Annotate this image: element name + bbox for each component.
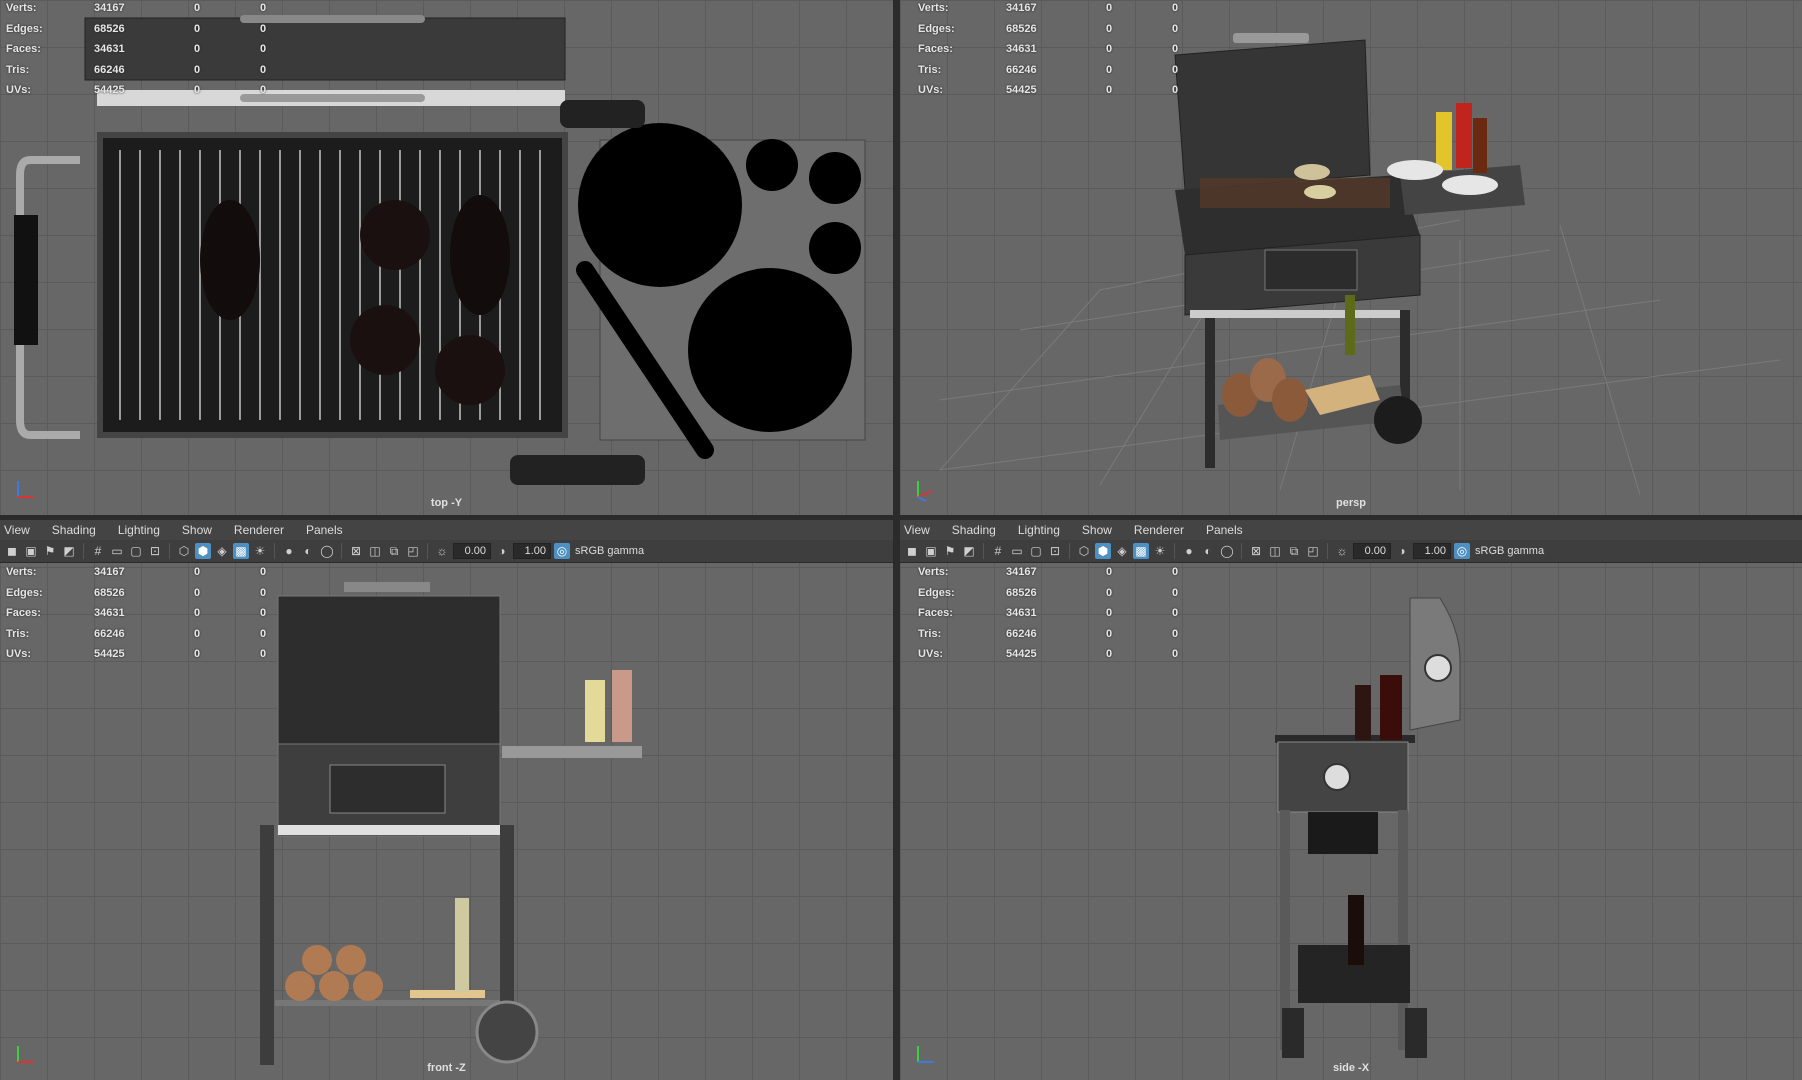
viewport-persp[interactable]: Verts: 34167 0 0 Edges: 68526 0 0 Faces: 34631 0…: [900, 0, 1802, 515]
viewport-side[interactable]: View Shading Lighting Show Renderer Pane…: [900, 520, 1802, 1080]
axis-gizmo-icon: [17, 1046, 34, 1063]
camera-label: side -X: [1332, 1062, 1370, 1074]
axis-gizmo-icon: [17, 481, 34, 498]
camera-label: front -Z: [427, 1062, 466, 1074]
viewport-top[interactable]: Verts: 34167 0 0 Edges: 68526 0 0 Faces: 34631 0…: [0, 0, 893, 515]
poly-count-hud: Verts: 34167 0 0 Edges: 68526 0 0 Faces: 34631 0…: [918, 566, 1179, 661]
viewport-divider-vertical[interactable]: [893, 0, 900, 1080]
axis-gizmo-icon: [917, 481, 933, 502]
poly-count-hud: Verts: 34167 0 0 Edges: 68526 0 0 Faces: 34631 0…: [6, 566, 267, 661]
viewport-front[interactable]: View Shading Lighting Show Renderer Pane…: [0, 520, 893, 1080]
camera-label: top -Y: [430, 497, 463, 509]
poly-count-hud: Verts: 34167 0 0 Edges: 68526 0 0 Faces: 34631 0…: [918, 2, 1179, 97]
poly-count-hud: Verts: 34167 0 0 Edges: 68526 0 0 Faces: 34631 0…: [6, 2, 267, 97]
axis-gizmo-icon: [917, 1046, 934, 1063]
camera-label: persp: [1336, 497, 1366, 509]
